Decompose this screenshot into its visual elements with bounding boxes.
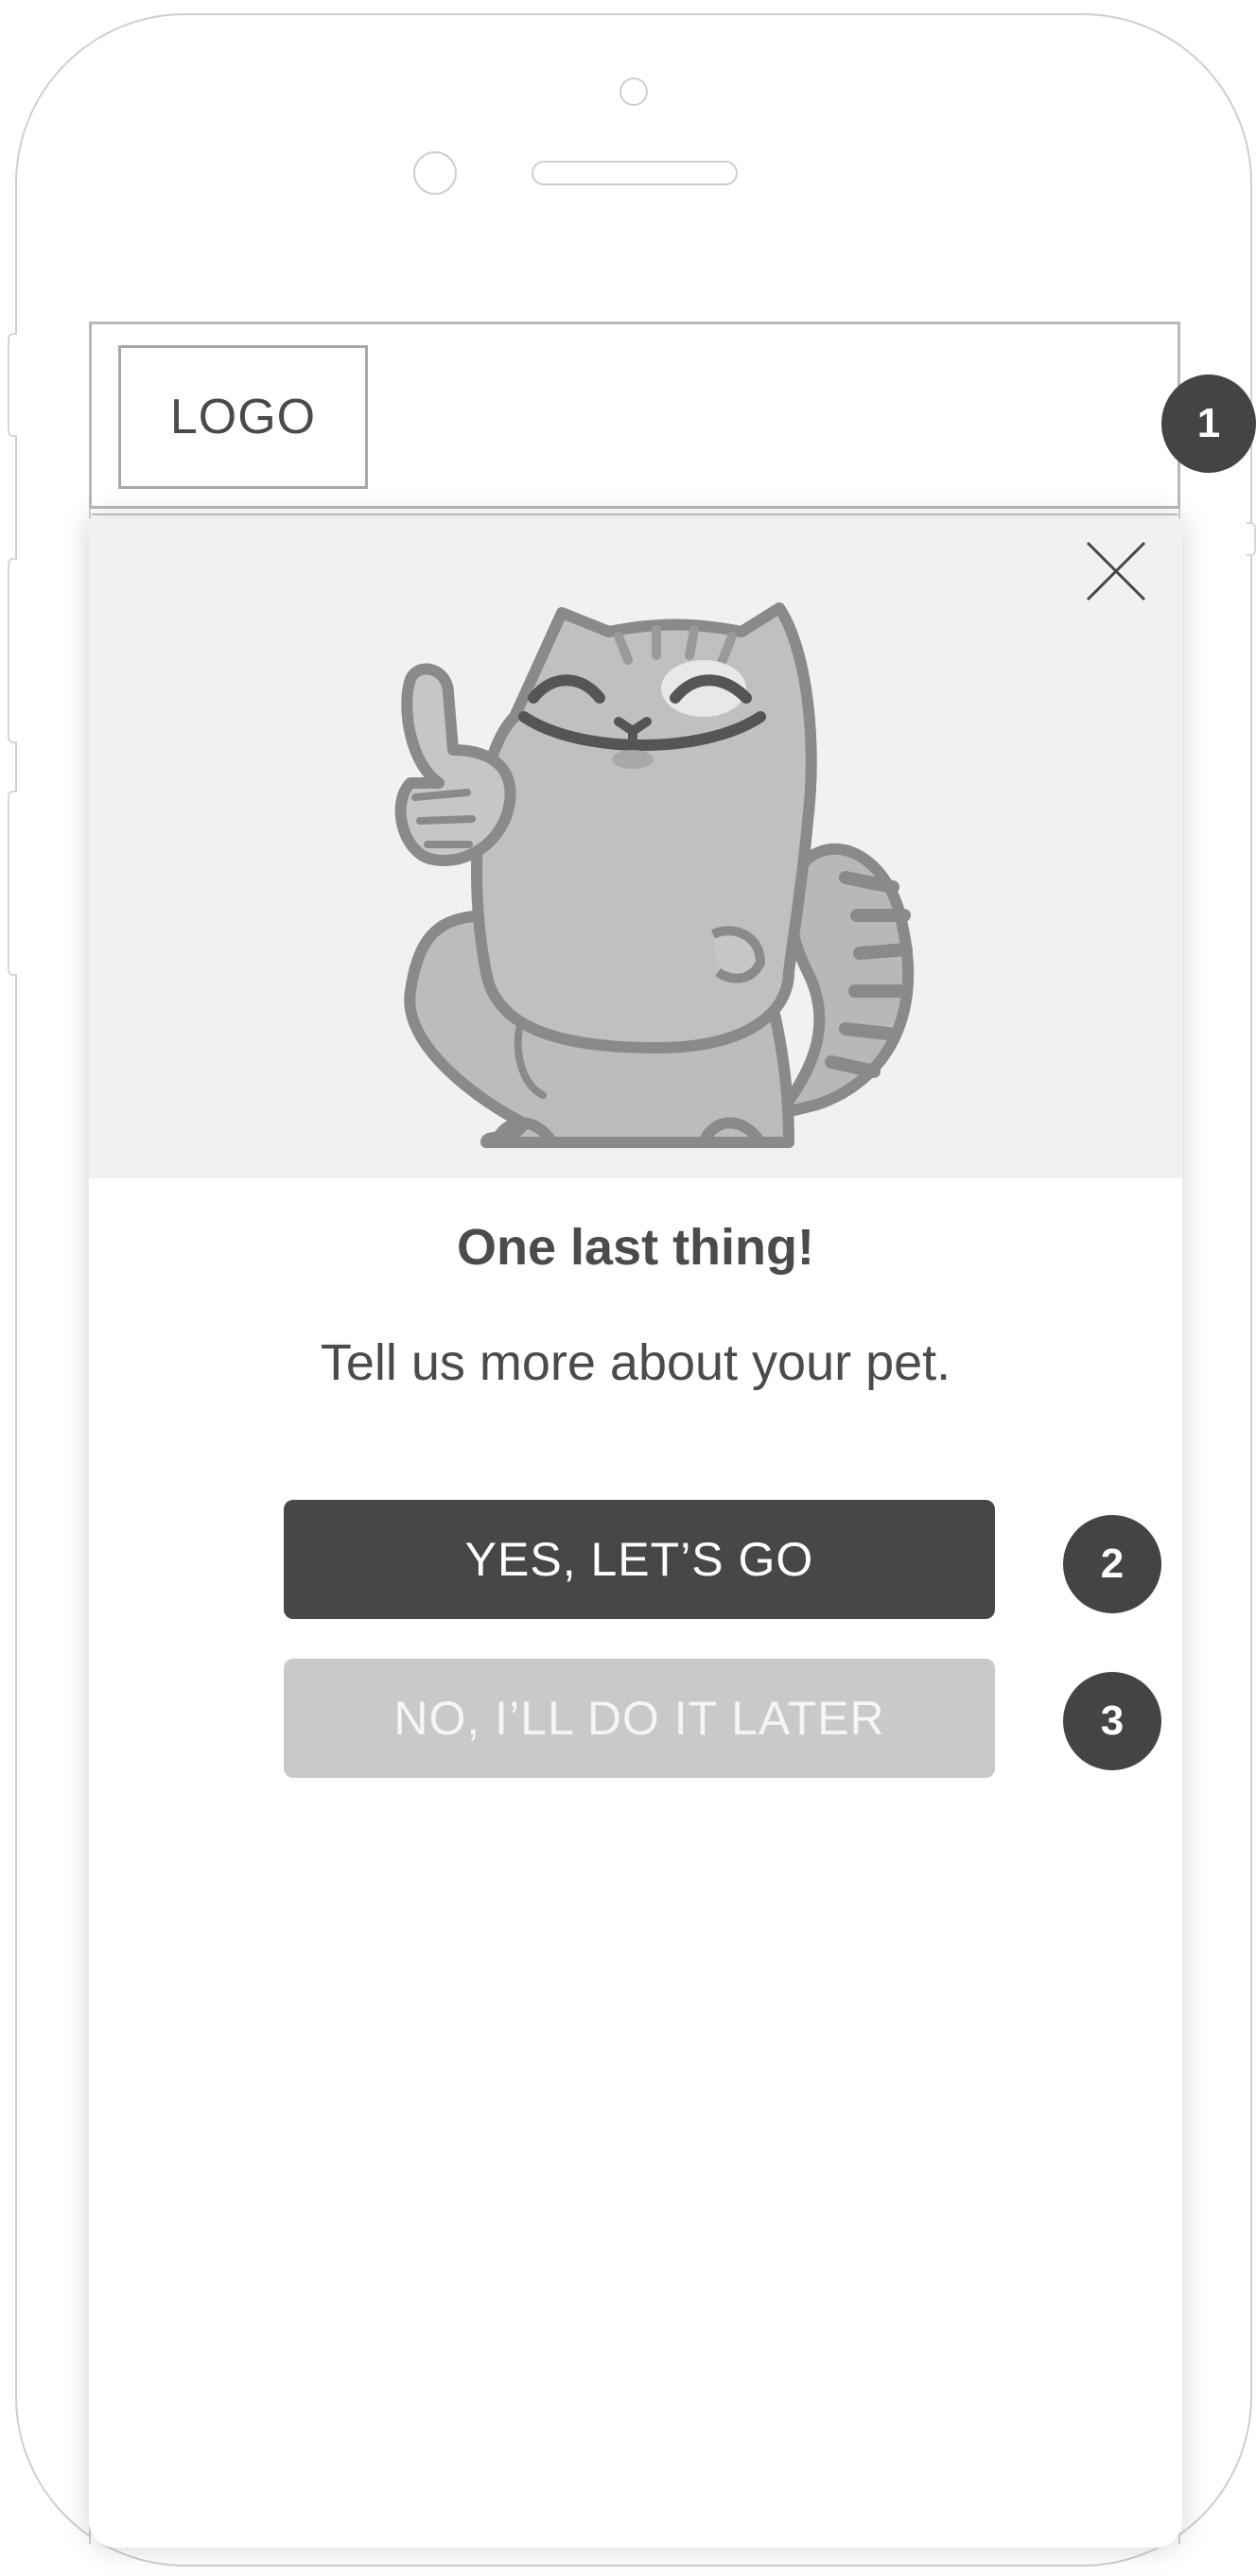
modal-title: One last thing! xyxy=(457,1219,814,1276)
side-button-power xyxy=(1247,522,1256,556)
side-button-mute xyxy=(8,333,17,437)
app-header: LOGO xyxy=(89,322,1180,515)
modal-subtitle: Tell us more about your pet. xyxy=(320,1334,951,1391)
proximity-sensor xyxy=(413,151,457,195)
side-button-volume-up xyxy=(8,558,17,743)
yes-lets-go-button[interactable]: YES, LET’S GO xyxy=(284,1500,995,1619)
do-it-later-button[interactable]: NO, I’LL DO IT LATER xyxy=(284,1659,995,1778)
side-button-volume-down xyxy=(8,791,17,976)
logo[interactable]: LOGO xyxy=(118,345,368,489)
front-camera xyxy=(619,78,648,106)
cat-thumbs-up-icon xyxy=(394,602,915,1148)
earpiece-speaker xyxy=(532,161,738,185)
modal-hero xyxy=(89,518,1182,1178)
annotation-badge-2: 2 xyxy=(1063,1515,1161,1613)
annotation-badge-3: 3 xyxy=(1063,1672,1161,1770)
close-icon[interactable] xyxy=(1078,533,1154,609)
onboarding-modal: One last thing! Tell us more about your … xyxy=(89,518,1182,2548)
annotation-badge-1: 1 xyxy=(1161,374,1256,473)
